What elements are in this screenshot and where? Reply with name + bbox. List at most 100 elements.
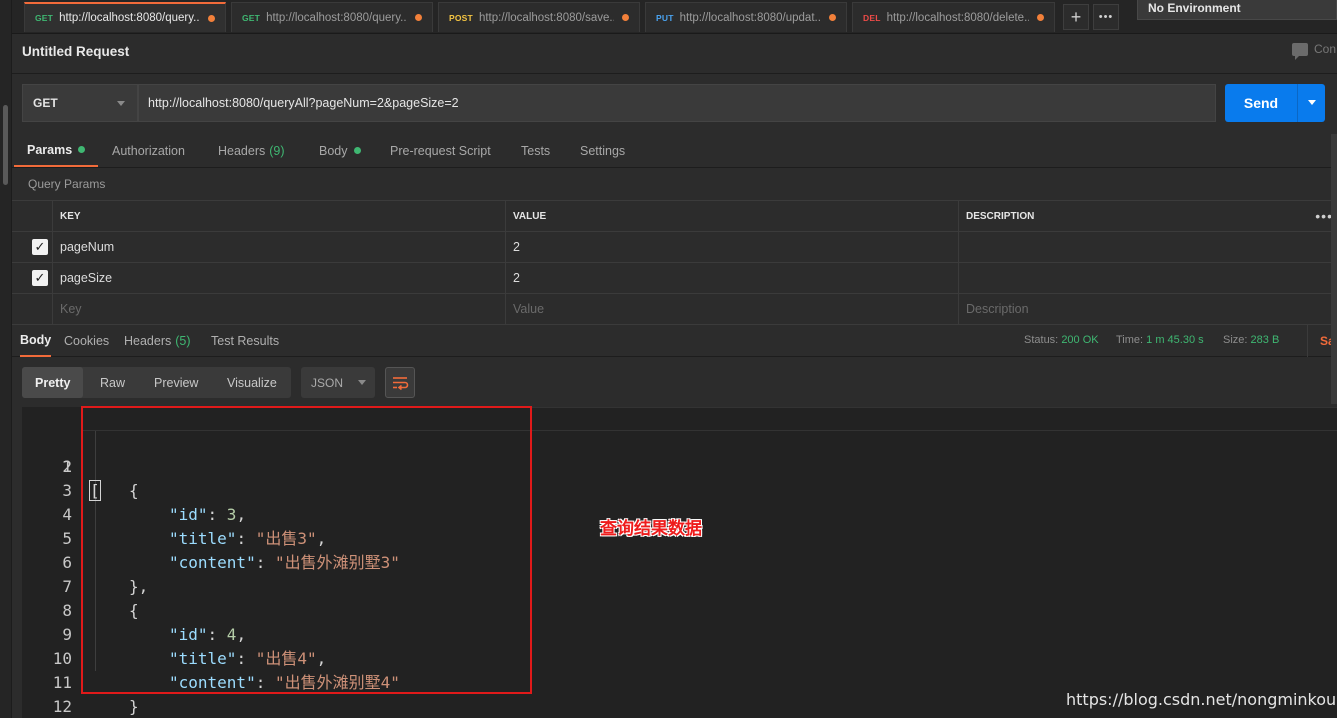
tab-settings[interactable]: Settings [580,134,625,167]
tab-method: GET [35,13,54,23]
request-tab-bar: GET http://localhost:8080/query... GET h… [0,0,1337,34]
table-row: ✓ pageNum 2 [12,231,1337,262]
unsaved-dot-icon [208,14,215,22]
code-line: 9 "title": "出售4", [22,599,1337,668]
request-tab-1[interactable]: GET http://localhost:8080/query... [24,2,226,32]
response-body-editor[interactable]: 1 [ 2 { 3 "id": 3, 4 "title": "出售3", 5 "… [22,407,1337,718]
wrap-lines-icon [393,377,409,391]
code-line: 10 "content": "出售外滩别墅4" [22,623,1337,692]
response-time: Time: 1 m 45.30 s [1116,334,1204,346]
divider [12,167,1337,168]
panel-scrollbar[interactable] [1331,134,1337,404]
code-line: 2 { [22,431,1337,500]
request-tab-5[interactable]: DEL http://localhost:8080/delete... [852,2,1055,32]
tab-url: http://localhost:8080/save... [478,11,614,24]
headers-count: (5) [175,334,191,348]
tab-label: Body [319,143,348,158]
tab-prerequest-script[interactable]: Pre-request Script [390,134,491,167]
row-checkbox[interactable]: ✓ [32,270,48,286]
line-number: 12 [52,697,72,716]
query-params-table: KEY VALUE DESCRIPTION ••• ✓ pageNum 2 ✓ … [12,200,1337,324]
request-tabs: Params Authorization Headers (9) Body Pr… [12,134,1337,167]
tab-url: http://localhost:8080/query... [59,12,200,24]
response-tabs: Body Cookies Headers (5) Test Results St… [12,324,1337,357]
tab-params[interactable]: Params [14,134,99,167]
wrap-lines-button[interactable] [385,367,415,398]
chevron-down-icon [1308,100,1316,105]
tab-method: PUT [656,12,674,23]
new-value-input[interactable]: Value [505,294,958,324]
divider [12,73,1337,74]
new-tab-button[interactable]: + [1063,4,1089,30]
code-line: 1 [ [22,407,1337,501]
request-title[interactable]: Untitled Request [22,44,129,59]
request-tab-2[interactable]: GET http://localhost:8080/query... [231,2,433,32]
comments-button[interactable]: Con [1292,42,1337,60]
row-checkbox[interactable]: ✓ [32,239,48,255]
code-line: 11 } [22,647,1337,716]
param-value[interactable]: 2 [505,263,958,293]
left-sidebar-edge [0,0,12,718]
response-tab-body[interactable]: Body [20,325,52,357]
status-value: 200 OK [1061,334,1099,346]
request-tab-4[interactable]: PUT http://localhost:8080/updat... [645,2,847,32]
json-brace: } [129,697,139,716]
send-options-button[interactable] [1297,84,1325,122]
unsaved-dot-icon [415,14,422,21]
tab-headers[interactable]: Headers (9) [218,134,285,167]
status-label: Status: [1024,334,1059,346]
format-pretty-button[interactable]: Pretty [22,367,84,398]
active-dot-icon [78,146,86,153]
tab-authorization[interactable]: Authorization [112,134,185,167]
response-tab-test-results[interactable]: Test Results [211,325,279,357]
size-label: Size: [1223,334,1248,346]
method-select[interactable]: GET [22,84,138,122]
sidebar-scrollbar[interactable] [3,105,8,185]
unsaved-dot-icon [1037,14,1044,21]
format-raw-button[interactable]: Raw [87,367,138,398]
code-line: 3 "id": 3, [22,455,1337,524]
column-header-key: KEY [52,201,505,231]
tab-method: POST [449,12,473,23]
new-key-input[interactable]: Key [52,294,505,324]
language-value: JSON [311,375,344,390]
current-line-highlight [82,407,1337,431]
code-line: 4 "title": "出售3", [22,479,1337,548]
tab-label: Headers [124,334,172,348]
active-dot-icon [353,147,361,154]
table-header-row: KEY VALUE DESCRIPTION ••• [12,200,1337,231]
new-description-input[interactable]: Description [958,294,1337,324]
request-tab-3[interactable]: POST http://localhost:8080/save... [438,2,640,32]
param-value[interactable]: 2 [505,232,958,262]
response-tab-headers[interactable]: Headers (5) [124,325,191,357]
url-input[interactable]: http://localhost:8080/queryAll?pageNum=2… [138,84,1216,122]
comments-label: Con [1314,42,1337,56]
comment-icon [1292,42,1308,60]
tab-url: http://localhost:8080/query... [266,11,407,24]
watermark: https://blog.csdn.net/nongminkouhao [1066,690,1337,709]
format-visualize-button[interactable]: Visualize [214,367,290,398]
headers-count: (9) [269,143,285,158]
send-button[interactable]: Send [1225,84,1297,122]
response-size: Size: 283 B [1223,334,1279,346]
param-key[interactable]: pageSize [52,263,505,293]
format-preview-button[interactable]: Preview [141,367,211,398]
tab-method: GET [242,12,261,23]
table-row: ✓ pageSize 2 [12,262,1337,293]
response-status: Status: 200 OK [1024,334,1099,346]
code-line: 8 "id": 4, [22,575,1337,644]
environment-select[interactable]: No Environment [1137,0,1337,20]
language-select[interactable]: JSON [301,367,375,398]
tab-url: http://localhost:8080/updat... [679,11,821,24]
param-description[interactable] [958,263,1337,293]
param-key[interactable]: pageNum [52,232,505,262]
tab-tests[interactable]: Tests [521,134,550,167]
tab-more-icon[interactable]: ••• [1093,4,1119,30]
tab-body[interactable]: Body [319,134,361,167]
code-line: 7 { [22,551,1337,620]
param-description[interactable] [958,232,1337,262]
method-value: GET [33,96,58,110]
annotation-label: 查询结果数据 [600,519,702,539]
response-tab-cookies[interactable]: Cookies [64,325,109,357]
format-toggle-group: Pretty Raw Preview Visualize [22,367,291,398]
